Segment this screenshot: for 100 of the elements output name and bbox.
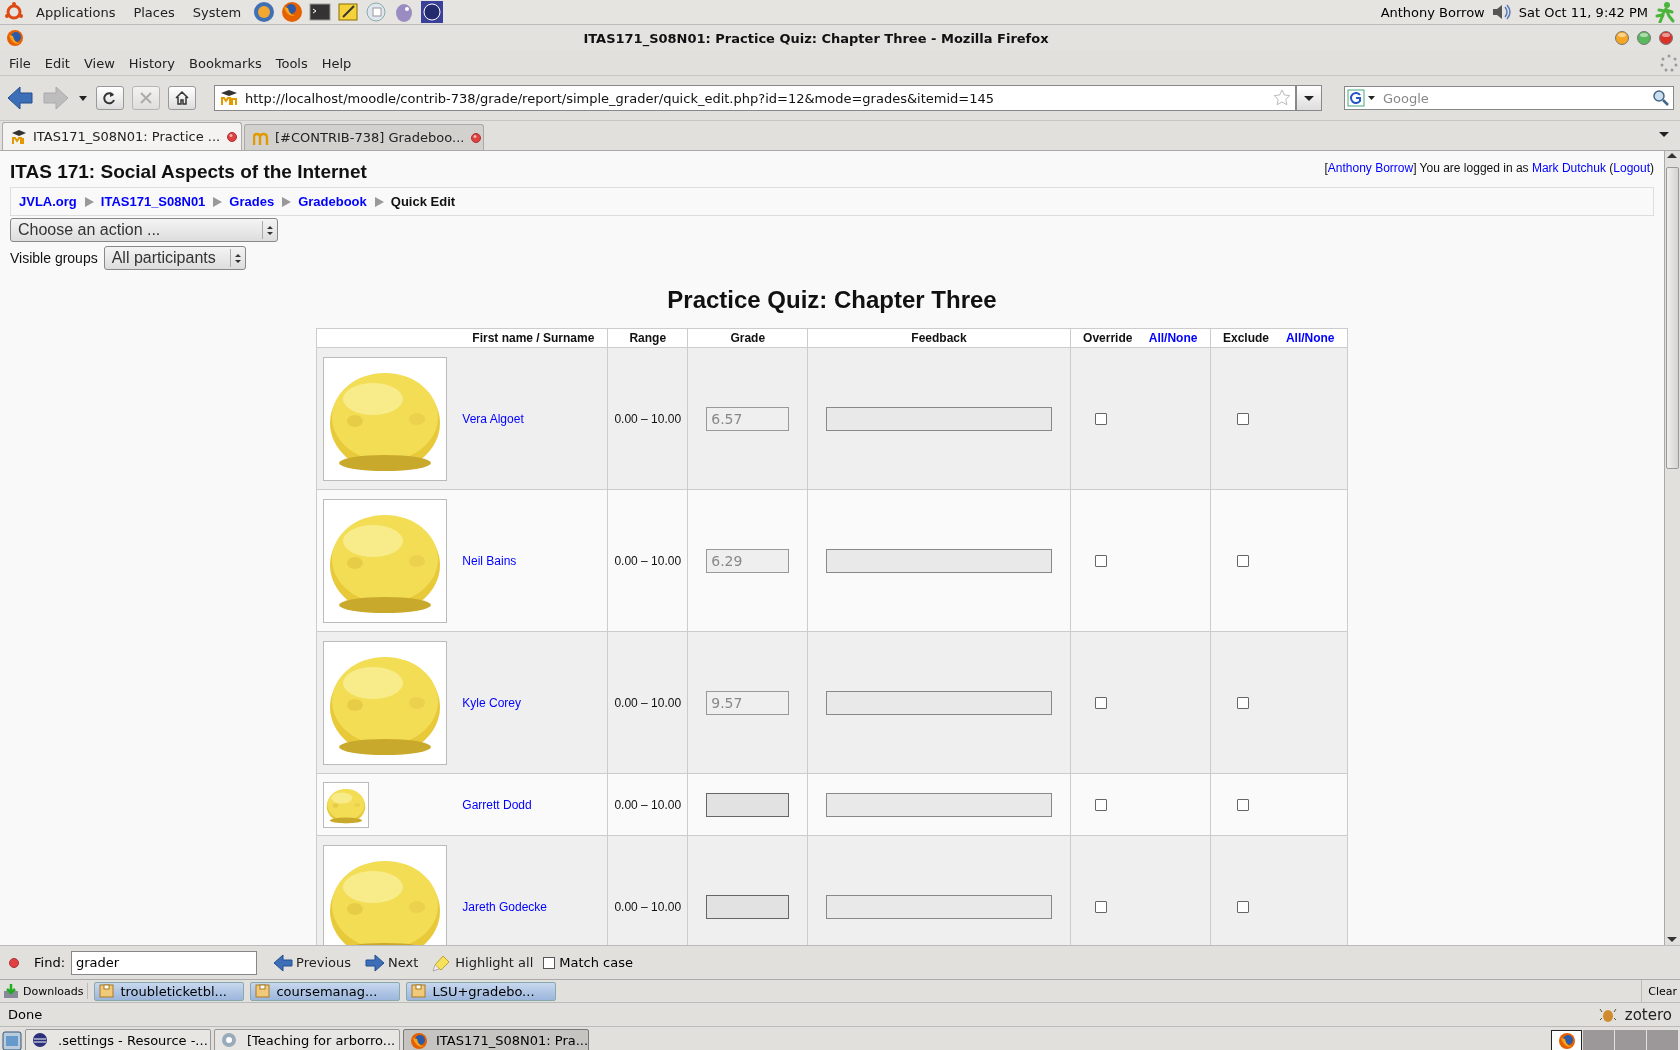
override-checkbox[interactable]: [1094, 555, 1107, 568]
taskbar-button[interactable]: [Teaching for arborro...: [214, 1029, 400, 1050]
feedback-field[interactable]: [826, 406, 1052, 431]
minimize-button[interactable]: [1614, 30, 1630, 46]
previous-button[interactable]: Previous: [269, 952, 355, 973]
column-header: Feedback: [911, 331, 967, 345]
zotero-button[interactable]: zotero: [1624, 1005, 1672, 1024]
login-info: [Anthony Borrow] You are logged in as Mark Dutchuk (Logout): [1324, 161, 1654, 175]
close-find-icon[interactable]: [8, 956, 20, 969]
scrollbar-thumb[interactable]: [1666, 167, 1679, 469]
search-field[interactable]: Google: [1344, 86, 1674, 110]
close-tab-icon[interactable]: [470, 131, 483, 144]
breadcrumb-link[interactable]: ITAS171_S08N01: [100, 194, 206, 209]
maximize-button[interactable]: [1636, 30, 1652, 46]
user-link[interactable]: Logout: [1613, 161, 1650, 175]
panel-menu[interactable]: Places: [127, 4, 181, 20]
search-input[interactable]: Google: [1381, 89, 1652, 107]
stop-icon: [138, 90, 154, 106]
feedback-field[interactable]: [826, 548, 1052, 573]
firefox-icon: [410, 1031, 428, 1050]
action-select[interactable]: Choose an action ...: [10, 218, 278, 242]
mail-client-icon[interactable]: [253, 1, 276, 23]
exclude-checkbox[interactable]: [1236, 799, 1249, 812]
download-item[interactable]: coursemanag...: [250, 981, 401, 1001]
download-icon: [3, 983, 19, 999]
all-none-link[interactable]: All/None: [1285, 331, 1335, 345]
override-checkbox[interactable]: [1094, 901, 1107, 914]
match-case-checkbox[interactable]: Match case: [543, 955, 633, 970]
student-name-link[interactable]: Neil Bains: [462, 553, 517, 568]
menu-item[interactable]: Help: [314, 55, 359, 71]
scrollbar[interactable]: [1664, 151, 1680, 945]
student-name-link[interactable]: Jareth Godecke: [462, 899, 548, 914]
all-none-link[interactable]: All/None: [1148, 331, 1198, 345]
workspace-switcher[interactable]: [1551, 1030, 1678, 1050]
terminal-icon[interactable]: [309, 1, 332, 23]
exclude-checkbox[interactable]: [1236, 413, 1249, 426]
feedback-field[interactable]: [826, 792, 1052, 817]
browser-icon[interactable]: [281, 1, 304, 23]
exclude-checkbox[interactable]: [1236, 697, 1249, 710]
ubuntu-logo-icon[interactable]: [4, 2, 24, 22]
throbber-icon: [1660, 54, 1678, 72]
menu-item[interactable]: File: [2, 55, 38, 71]
menu-item[interactable]: Bookmarks: [182, 55, 269, 71]
browser-tab[interactable]: [#CONTRIB-738] Gradeboo...: [244, 124, 484, 150]
exclude-checkbox[interactable]: [1236, 901, 1249, 914]
panel-menu[interactable]: Applications: [30, 4, 122, 20]
menu-item[interactable]: Tools: [268, 55, 315, 71]
panel-menu[interactable]: System: [186, 4, 248, 20]
tab-list-caret-icon[interactable]: [1658, 130, 1670, 138]
grade-field[interactable]: [706, 894, 790, 919]
clock[interactable]: Sat Oct 11, 9:42 PM: [1518, 4, 1648, 20]
dropdown-caret-icon[interactable]: [78, 93, 88, 103]
exclude-checkbox[interactable]: [1236, 555, 1249, 568]
breadcrumb-link[interactable]: JVLA.org: [19, 194, 77, 209]
text-editor-icon[interactable]: [337, 1, 360, 23]
highlight-all-button[interactable]: Highlight all: [428, 952, 538, 973]
right-arrow-icon: [364, 952, 385, 973]
back-arrow-icon[interactable]: [6, 85, 34, 111]
close-tab-icon[interactable]: [226, 130, 239, 143]
find-field[interactable]: grader: [71, 950, 257, 975]
breadcrumb-separator-icon: [281, 195, 292, 208]
close-button[interactable]: [1658, 30, 1674, 46]
browser-tab[interactable]: ITAS171_S08N01: Practice ...: [2, 122, 242, 150]
search-engine-icon[interactable]: [1347, 89, 1377, 107]
user-link[interactable]: Mark Dutchuk: [1531, 161, 1606, 175]
student-name-link[interactable]: Vera Algoet: [462, 411, 524, 426]
window-title: ITAS171_S08N01: Practice Quiz: Chapter Three - Mozilla Firefox: [582, 30, 1050, 46]
breadcrumb-link[interactable]: Gradebook: [298, 194, 367, 209]
grade-field[interactable]: [706, 792, 790, 817]
downloads-button[interactable]: Downloads: [3, 983, 89, 999]
taskbar-button[interactable]: .settings - Resource -...: [25, 1029, 211, 1050]
user-name[interactable]: Anthony Borrow: [1380, 4, 1485, 20]
feedback-field[interactable]: [826, 690, 1052, 715]
student-name-link[interactable]: Kyle Corey: [462, 695, 521, 710]
checkbox[interactable]: [543, 956, 556, 969]
range-text: 0.00 – 10.00: [614, 899, 682, 914]
override-checkbox[interactable]: [1094, 799, 1107, 812]
show-desktop-icon[interactable]: [2, 1030, 22, 1050]
student-name-link[interactable]: Garrett Dodd: [462, 797, 532, 812]
download-item[interactable]: troubleticketbl...: [94, 981, 245, 1001]
bookmark-star-icon[interactable]: [1273, 89, 1291, 107]
left-arrow-icon: [273, 952, 293, 973]
search-icon[interactable]: [1652, 89, 1670, 107]
volume-icon[interactable]: [1490, 2, 1513, 22]
groups-select[interactable]: All participants: [103, 246, 246, 270]
feedback-field[interactable]: [826, 894, 1052, 919]
taskbar-button[interactable]: ITAS171_S08N01: Pra...: [403, 1029, 589, 1050]
menu-item[interactable]: Edit: [37, 55, 77, 71]
override-checkbox[interactable]: [1094, 697, 1107, 710]
reload-button[interactable]: [96, 86, 124, 110]
history-dropdown-button[interactable]: [1296, 85, 1322, 111]
override-checkbox[interactable]: [1094, 413, 1107, 426]
home-button[interactable]: [168, 86, 196, 110]
download-item[interactable]: LSU+gradebo...: [406, 981, 557, 1001]
address-bar[interactable]: http://localhost/moodle/contrib-738/grade/report/simple_grader/quick_edit.php?id=12&mode=grades&itemid=145: [214, 85, 1296, 111]
breadcrumb-link[interactable]: Grades: [229, 194, 275, 209]
menu-item[interactable]: History: [121, 55, 183, 71]
menu-item[interactable]: View: [76, 55, 122, 71]
next-button[interactable]: Next: [360, 952, 423, 973]
checkbox-label: Match case: [559, 955, 633, 970]
